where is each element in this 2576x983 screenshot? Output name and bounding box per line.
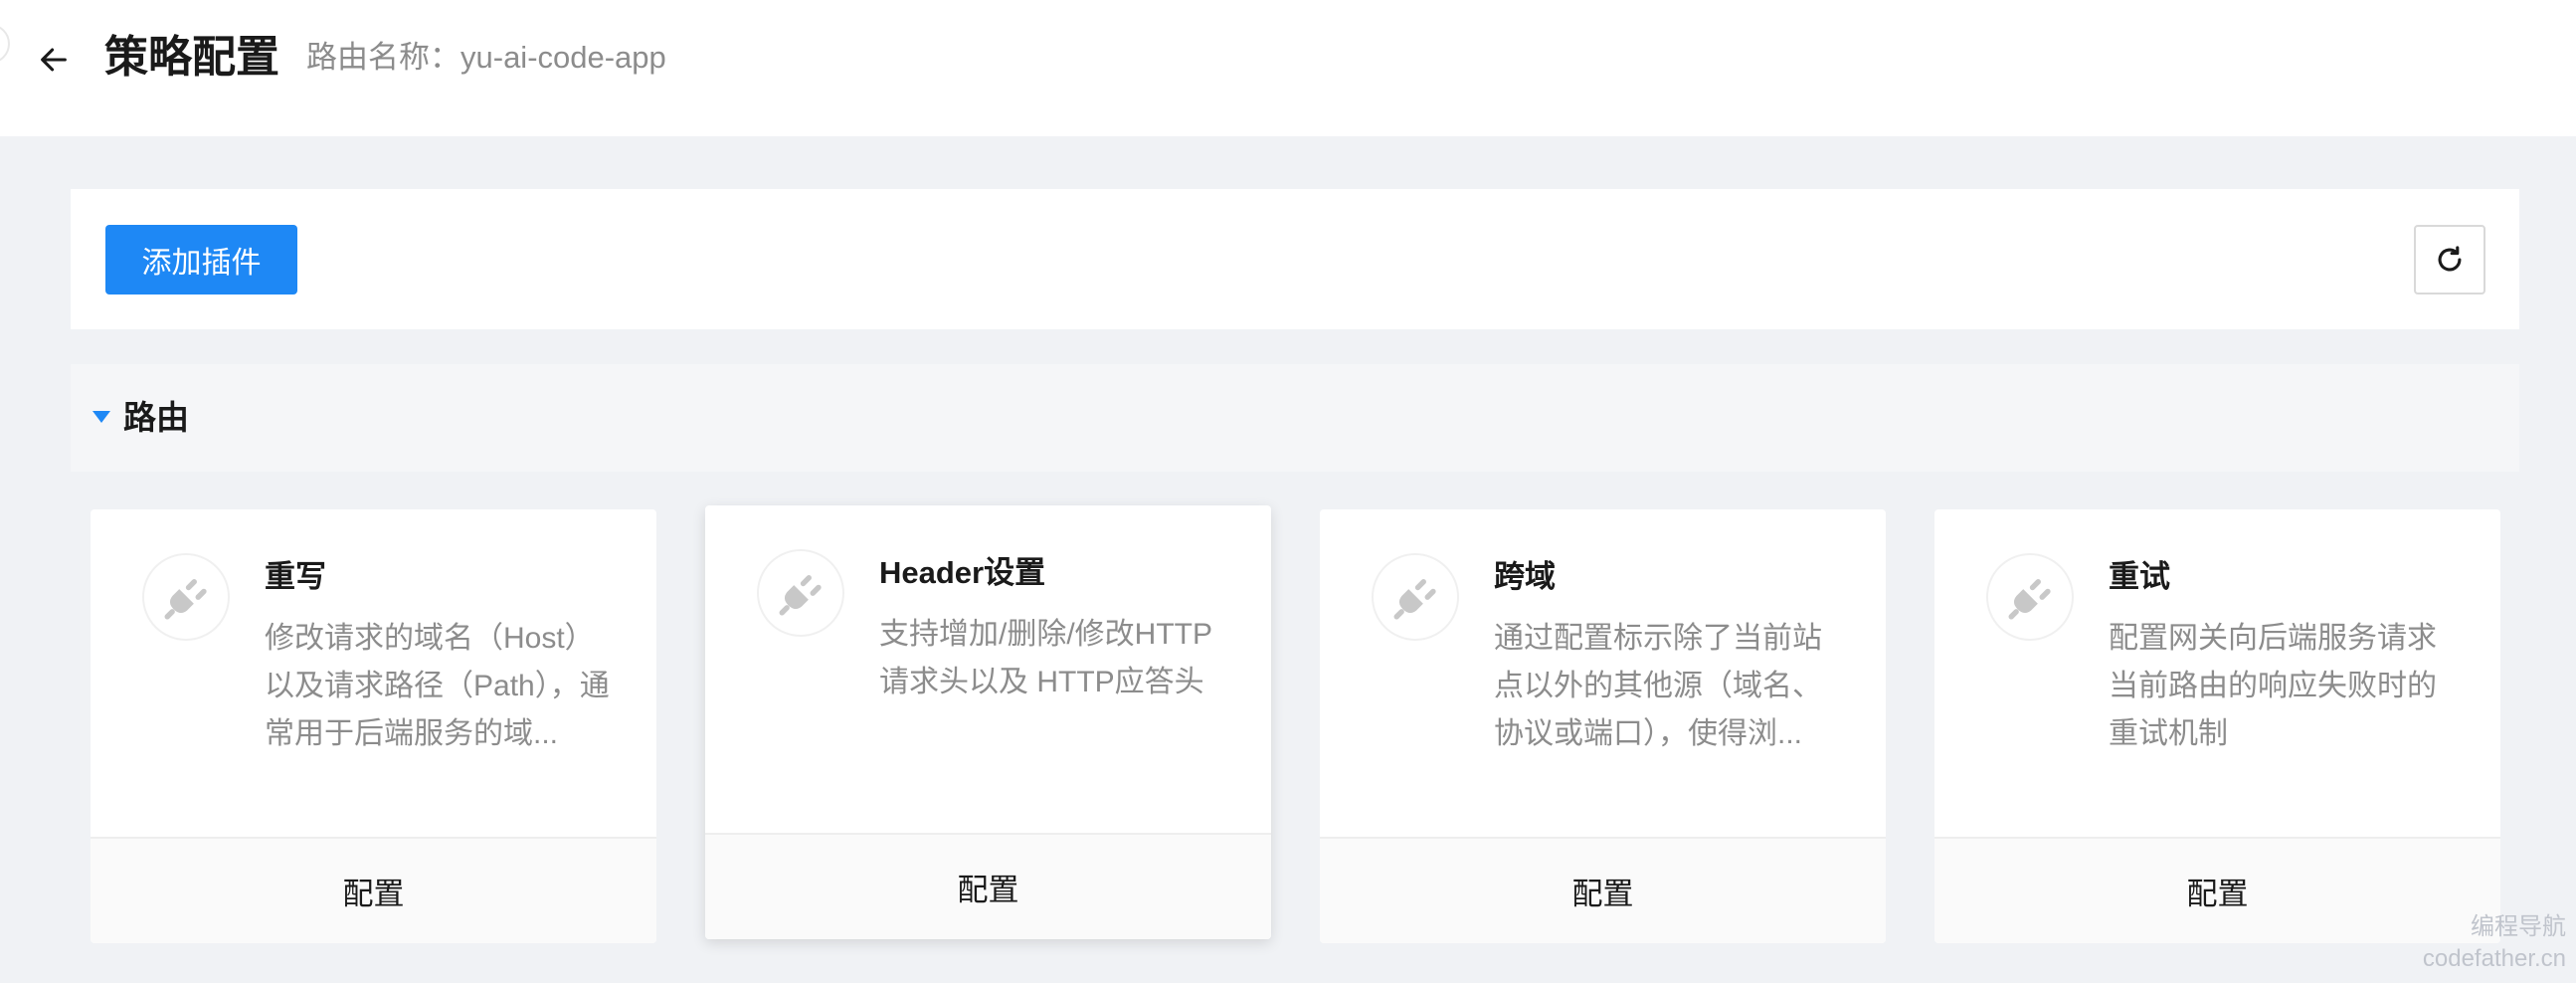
configure-button[interactable]: 配置 — [1320, 837, 1886, 943]
card-title: 跨域 — [1494, 559, 1556, 594]
card-description: 配置网关向后端服务请求当前路由的响应失败时的重试机制 — [2109, 622, 2437, 750]
card-title: 重写 — [265, 559, 326, 594]
section-title: 路由 — [123, 399, 189, 436]
page-header: 策略配置 路由名称：yu-ai-code-app — [0, 0, 2576, 136]
toolbar: 添加插件 — [71, 189, 2519, 329]
plugin-card-cors: 跨域 通过配置标示除了当前站点以外的其他源（域名、协议或端口），使得浏... 配… — [1320, 509, 1886, 943]
card-title: 重试 — [2109, 559, 2170, 594]
card-description: 通过配置标示除了当前站点以外的其他源（域名、协议或端口），使得浏... — [1494, 622, 1822, 750]
configure-button[interactable]: 配置 — [91, 837, 656, 943]
arrow-left-icon — [41, 48, 67, 72]
plug-icon — [1986, 553, 2074, 641]
edge-toggle[interactable] — [0, 24, 10, 64]
configure-button[interactable]: 配置 — [705, 833, 1271, 939]
card-description: 修改请求的域名（Host）以及请求路径（Path），通常用于后端服务的域... — [265, 622, 610, 750]
caret-down-icon[interactable] — [92, 411, 110, 423]
add-plugin-button[interactable]: 添加插件 — [105, 225, 297, 295]
configure-button[interactable]: 配置 — [1934, 837, 2500, 943]
refresh-icon — [2438, 246, 2462, 272]
plugin-card-retry: 重试 配置网关向后端服务请求当前路由的响应失败时的重试机制 配置 — [1934, 509, 2500, 943]
plug-icon — [142, 553, 230, 641]
watermark-line: codefather.cn — [2422, 945, 2566, 972]
page-title: 策略配置 — [104, 33, 279, 82]
card-title: Header设置 — [879, 555, 1046, 590]
watermark-line: 编程导航 — [2471, 913, 2566, 940]
watermark: 编程导航 codefather.cn — [2423, 911, 2566, 975]
plugin-card-rewrite: 重写 修改请求的域名（Host）以及请求路径（Path），通常用于后端服务的域.… — [91, 509, 656, 943]
back-button[interactable] — [30, 36, 78, 84]
plug-icon — [757, 549, 844, 637]
route-name: 路由名称：yu-ai-code-app — [306, 40, 666, 75]
card-description: 支持增加/删除/修改HTTP 请求头以及 HTTP应答头 — [879, 618, 1212, 698]
plugin-card-header: Header设置 支持增加/删除/修改HTTP 请求头以及 HTTP应答头 配置 — [705, 505, 1271, 939]
section-header-route[interactable]: 路由 — [71, 364, 2519, 472]
plug-icon — [1372, 553, 1459, 641]
refresh-button[interactable] — [2414, 225, 2485, 295]
